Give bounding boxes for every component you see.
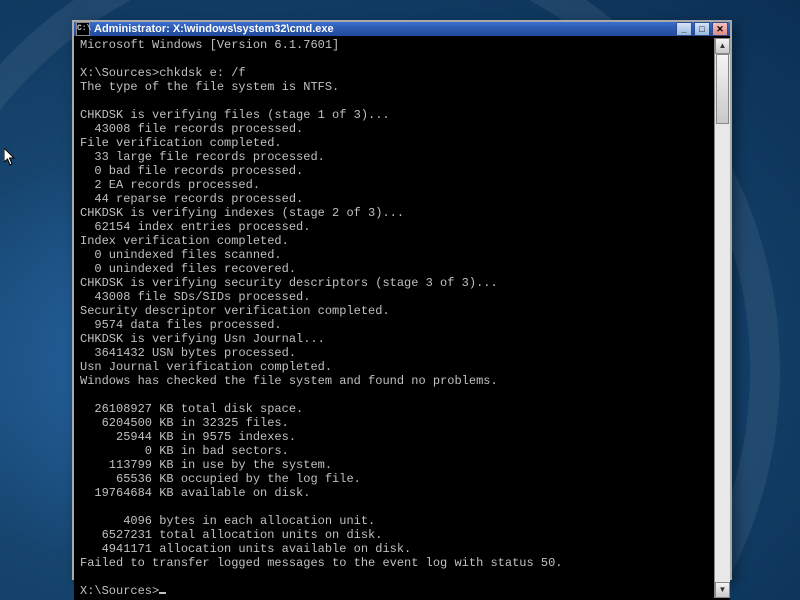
cmd-icon: C:\ [76,22,90,36]
text-cursor [159,592,166,594]
title-bar[interactable]: C:\ Administrator: X:\windows\system32\c… [74,22,730,36]
console-output[interactable]: Microsoft Windows [Version 6.1.7601] X:\… [80,38,714,598]
scrollbar-thumb[interactable] [716,54,729,124]
vertical-scrollbar[interactable]: ▲ ▼ [714,38,730,598]
close-button[interactable]: ✕ [712,22,728,36]
mouse-cursor [4,148,16,166]
scroll-down-button[interactable]: ▼ [715,582,730,598]
scrollbar-track[interactable] [715,54,730,582]
console-area: Microsoft Windows [Version 6.1.7601] X:\… [74,36,730,600]
minimize-button[interactable]: _ [676,22,692,36]
window-title: Administrator: X:\windows\system32\cmd.e… [94,23,676,35]
scroll-up-button[interactable]: ▲ [715,38,730,54]
maximize-button[interactable]: □ [694,22,710,36]
window-controls: _ □ ✕ [676,22,728,36]
cmd-window: C:\ Administrator: X:\windows\system32\c… [72,20,732,580]
